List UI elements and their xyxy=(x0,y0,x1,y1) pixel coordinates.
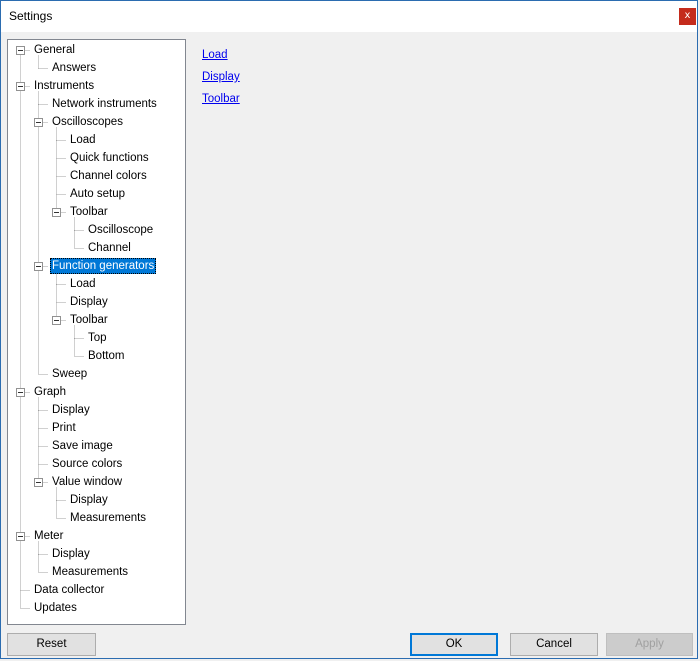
tree-item-load[interactable]: Load xyxy=(68,132,98,148)
collapse-toggle-icon[interactable] xyxy=(16,82,25,91)
tree-item-channel[interactable]: Channel xyxy=(86,240,133,256)
tree-item-function-generators[interactable]: Function generators xyxy=(50,258,157,274)
tree-item-updates[interactable]: Updates xyxy=(32,600,79,616)
tree-item-auto-setup[interactable]: Auto setup xyxy=(68,186,127,202)
tree-item-measurements[interactable]: Measurements xyxy=(50,564,130,580)
collapse-toggle-icon[interactable] xyxy=(34,262,43,271)
tree-item-display[interactable]: Display xyxy=(68,492,110,508)
tree-item-oscilloscopes[interactable]: Oscilloscopes xyxy=(50,114,125,130)
tree-item-meter[interactable]: Meter xyxy=(32,528,65,544)
tree-item-measurements[interactable]: Measurements xyxy=(68,510,148,526)
title-bar: Settings x xyxy=(1,1,697,32)
settings-window: Settings x General Answers Instruments Netw… xyxy=(0,0,698,659)
tree-item-channel-colors[interactable]: Channel colors xyxy=(68,168,149,184)
tree-item-instruments[interactable]: Instruments xyxy=(32,78,96,94)
tree-item-toolbar[interactable]: Toolbar xyxy=(68,204,110,220)
section-link-load[interactable]: Load xyxy=(202,48,240,70)
reset-button[interactable]: Reset xyxy=(7,633,96,656)
tree-item-quick-functions[interactable]: Quick functions xyxy=(68,150,151,166)
settings-tree[interactable]: General Answers Instruments Network instrum… xyxy=(7,39,186,625)
section-links: Load Display Toolbar xyxy=(202,48,240,114)
tree-item-print[interactable]: Print xyxy=(50,420,78,436)
window-title: Settings xyxy=(9,9,53,23)
tree-item-sweep[interactable]: Sweep xyxy=(50,366,89,382)
collapse-toggle-icon[interactable] xyxy=(16,532,25,541)
collapse-toggle-icon[interactable] xyxy=(34,478,43,487)
tree-item-bottom[interactable]: Bottom xyxy=(86,348,126,364)
tree-item-value-window[interactable]: Value window xyxy=(50,474,124,490)
tree-item-source-colors[interactable]: Source colors xyxy=(50,456,124,472)
tree-item-display[interactable]: Display xyxy=(50,546,92,562)
tree-item-load[interactable]: Load xyxy=(68,276,98,292)
collapse-toggle-icon[interactable] xyxy=(52,208,61,217)
tree-item-top[interactable]: Top xyxy=(86,330,109,346)
collapse-toggle-icon[interactable] xyxy=(16,46,25,55)
section-link-toolbar[interactable]: Toolbar xyxy=(202,92,240,114)
tree-item-oscilloscope[interactable]: Oscilloscope xyxy=(86,222,155,238)
tree-item-display[interactable]: Display xyxy=(68,294,110,310)
apply-button: Apply xyxy=(606,633,693,656)
collapse-toggle-icon[interactable] xyxy=(16,388,25,397)
collapse-toggle-icon[interactable] xyxy=(52,316,61,325)
ok-button[interactable]: OK xyxy=(410,633,498,656)
tree-item-data-collector[interactable]: Data collector xyxy=(32,582,106,598)
tree-item-display[interactable]: Display xyxy=(50,402,92,418)
close-icon: x xyxy=(684,10,691,21)
section-link-display[interactable]: Display xyxy=(202,70,240,92)
tree-item-answers[interactable]: Answers xyxy=(50,60,98,76)
collapse-toggle-icon[interactable] xyxy=(34,118,43,127)
tree-item-network-instruments[interactable]: Network instruments xyxy=(50,96,159,112)
tree-item-general[interactable]: General xyxy=(32,42,77,58)
tree-item-toolbar[interactable]: Toolbar xyxy=(68,312,110,328)
close-button[interactable]: x xyxy=(679,8,696,25)
tree-item-graph[interactable]: Graph xyxy=(32,384,68,400)
tree-item-save-image[interactable]: Save image xyxy=(50,438,115,454)
cancel-button[interactable]: Cancel xyxy=(510,633,598,656)
